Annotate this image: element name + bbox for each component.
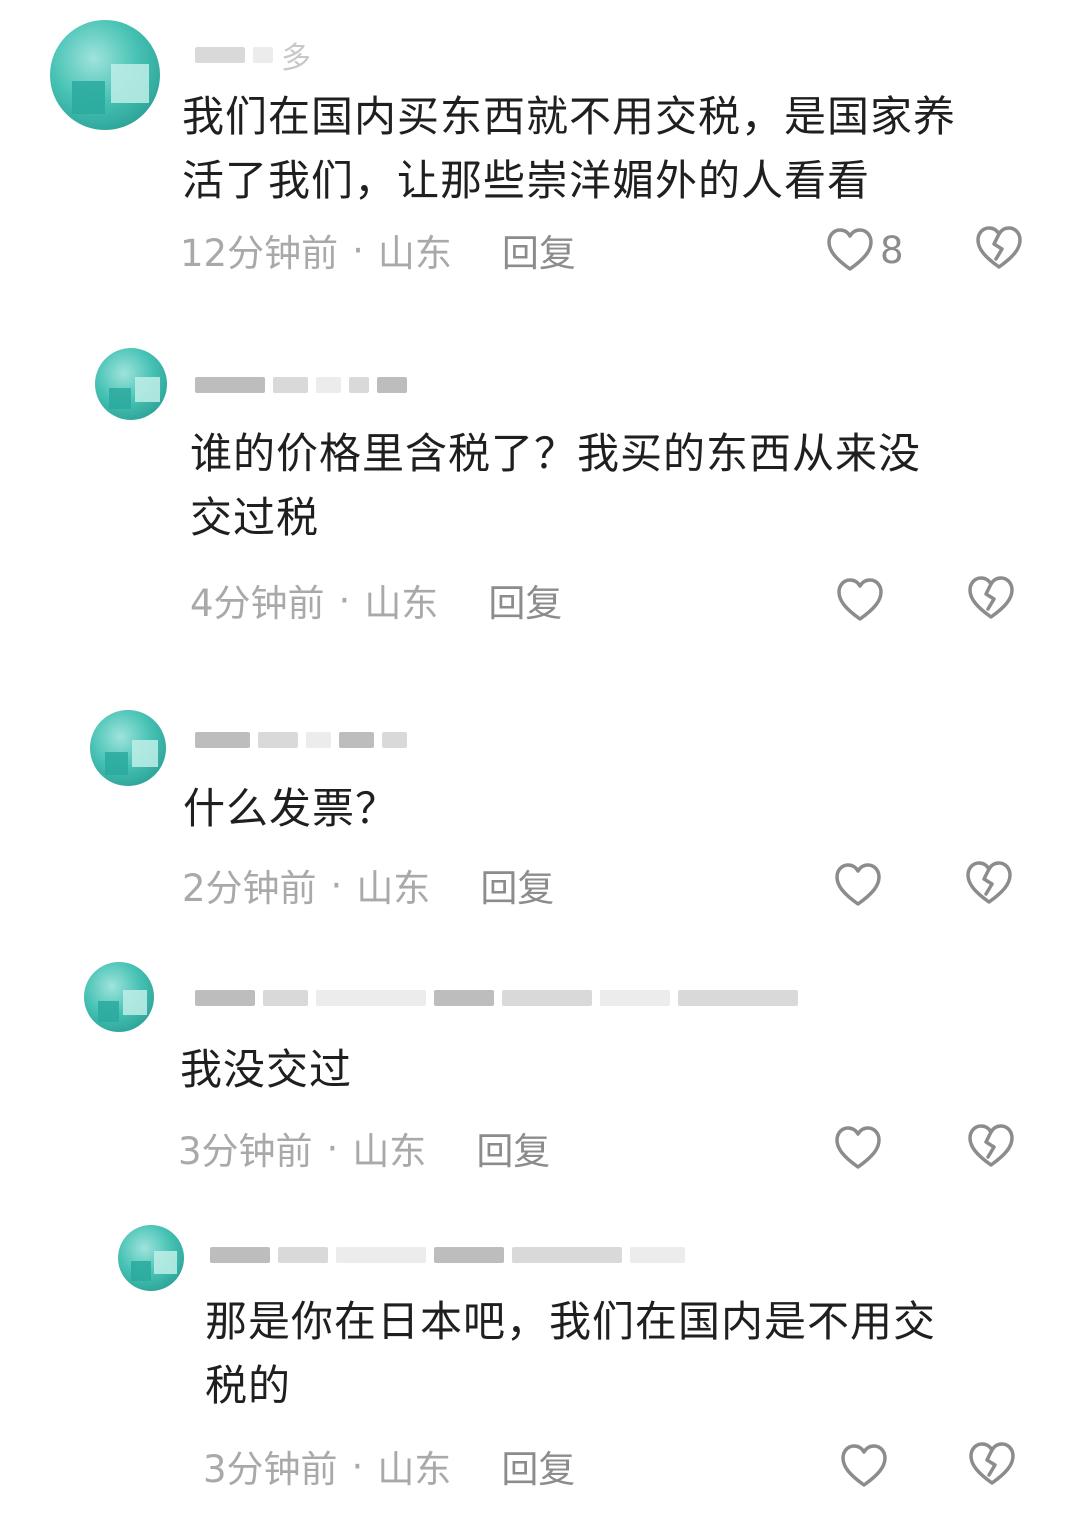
dislike-button[interactable]	[967, 1123, 1015, 1173]
comment-item: 谁的价格里含税了？我买的东西从来没 交过税 4分钟前 · 山东 回复	[0, 330, 1080, 650]
comment-meta: 12分钟前 · 山东 回复	[180, 223, 576, 277]
reply-button[interactable]: 回复	[476, 1121, 550, 1175]
heart-outline-icon	[837, 578, 883, 621]
dislike-button[interactable]	[975, 225, 1023, 275]
heart-outline-icon	[827, 228, 873, 271]
username-blurred[interactable]	[195, 720, 407, 760]
broken-heart-icon	[968, 1124, 1014, 1167]
reply-button[interactable]: 回复	[501, 1439, 575, 1493]
comment-item: 什么发票？ 2分钟前 · 山东 回复	[0, 690, 1080, 930]
separator-dot: ·	[351, 1444, 364, 1488]
dislike-button[interactable]	[965, 860, 1013, 910]
like-button[interactable]	[840, 1441, 894, 1491]
avatar[interactable]	[90, 710, 166, 786]
comment-location: 山东	[377, 232, 452, 275]
comment-text: 我们在国内买东西就不用交税，是国家养 活了我们，让那些崇洋媚外的人看看	[182, 92, 957, 205]
dislike-button[interactable]	[967, 575, 1015, 625]
broken-heart-icon	[966, 861, 1012, 904]
comment-item: 多 我们在国内买东西就不用交税，是国家养 活了我们，让那些崇洋媚外的人看看 12…	[0, 0, 1080, 300]
avatar[interactable]	[95, 348, 167, 420]
comment-text: 我没交过	[180, 1045, 353, 1094]
comment-item: 那是你在日本吧，我们在国内是不用交 税的 3分钟前 · 山东 回复	[0, 1215, 1080, 1525]
comment-time: 3分钟前	[178, 1130, 313, 1173]
comment-text: 那是你在日本吧，我们在国内是不用交 税的	[205, 1297, 937, 1410]
comment-meta: 2分钟前 · 山东 回复	[182, 858, 554, 912]
broken-heart-icon	[976, 226, 1022, 269]
like-button[interactable]: 8	[826, 225, 904, 275]
username-blurred[interactable]: 多	[195, 35, 311, 76]
comment-meta: 3分钟前 · 山东 回复	[178, 1121, 550, 1175]
avatar[interactable]	[118, 1225, 184, 1291]
comment-time: 12分钟前	[180, 232, 339, 275]
heart-outline-icon	[841, 1444, 887, 1487]
comment-location: 山东	[356, 867, 431, 910]
comment-location: 山东	[377, 1448, 452, 1491]
like-count: 8	[880, 228, 904, 272]
avatar[interactable]	[84, 962, 154, 1032]
username-blurred[interactable]	[210, 1235, 685, 1275]
comment-time: 4分钟前	[190, 582, 325, 625]
reply-button[interactable]: 回复	[480, 858, 554, 912]
like-button[interactable]	[834, 860, 888, 910]
separator-dot: ·	[326, 1126, 339, 1170]
comment-text: 什么发票？	[183, 784, 399, 833]
like-button[interactable]	[836, 575, 890, 625]
broken-heart-icon	[969, 1442, 1015, 1485]
username-fragment: 多	[281, 41, 311, 76]
avatar[interactable]	[50, 20, 160, 130]
like-button[interactable]	[834, 1123, 888, 1173]
comment-time: 2分钟前	[182, 867, 317, 910]
comment-text: 谁的价格里含税了？我买的东西从来没 交过税	[190, 429, 922, 542]
separator-dot: ·	[330, 863, 343, 907]
comment-item: 我没交过 3分钟前 · 山东 回复	[0, 950, 1080, 1200]
username-blurred[interactable]	[195, 978, 798, 1018]
heart-outline-icon	[835, 1126, 881, 1169]
reply-button[interactable]: 回复	[488, 573, 562, 627]
reply-button[interactable]: 回复	[502, 223, 576, 277]
comment-meta: 4分钟前 · 山东 回复	[190, 573, 562, 627]
heart-outline-icon	[835, 863, 881, 906]
separator-dot: ·	[352, 228, 364, 272]
comment-meta: 3分钟前 · 山东 回复	[203, 1439, 575, 1493]
comment-location: 山东	[364, 582, 439, 625]
broken-heart-icon	[968, 576, 1014, 619]
dislike-button[interactable]	[968, 1441, 1016, 1491]
comment-location: 山东	[352, 1130, 427, 1173]
separator-dot: ·	[338, 578, 351, 622]
comment-time: 3分钟前	[203, 1448, 338, 1491]
username-blurred[interactable]	[195, 365, 407, 405]
